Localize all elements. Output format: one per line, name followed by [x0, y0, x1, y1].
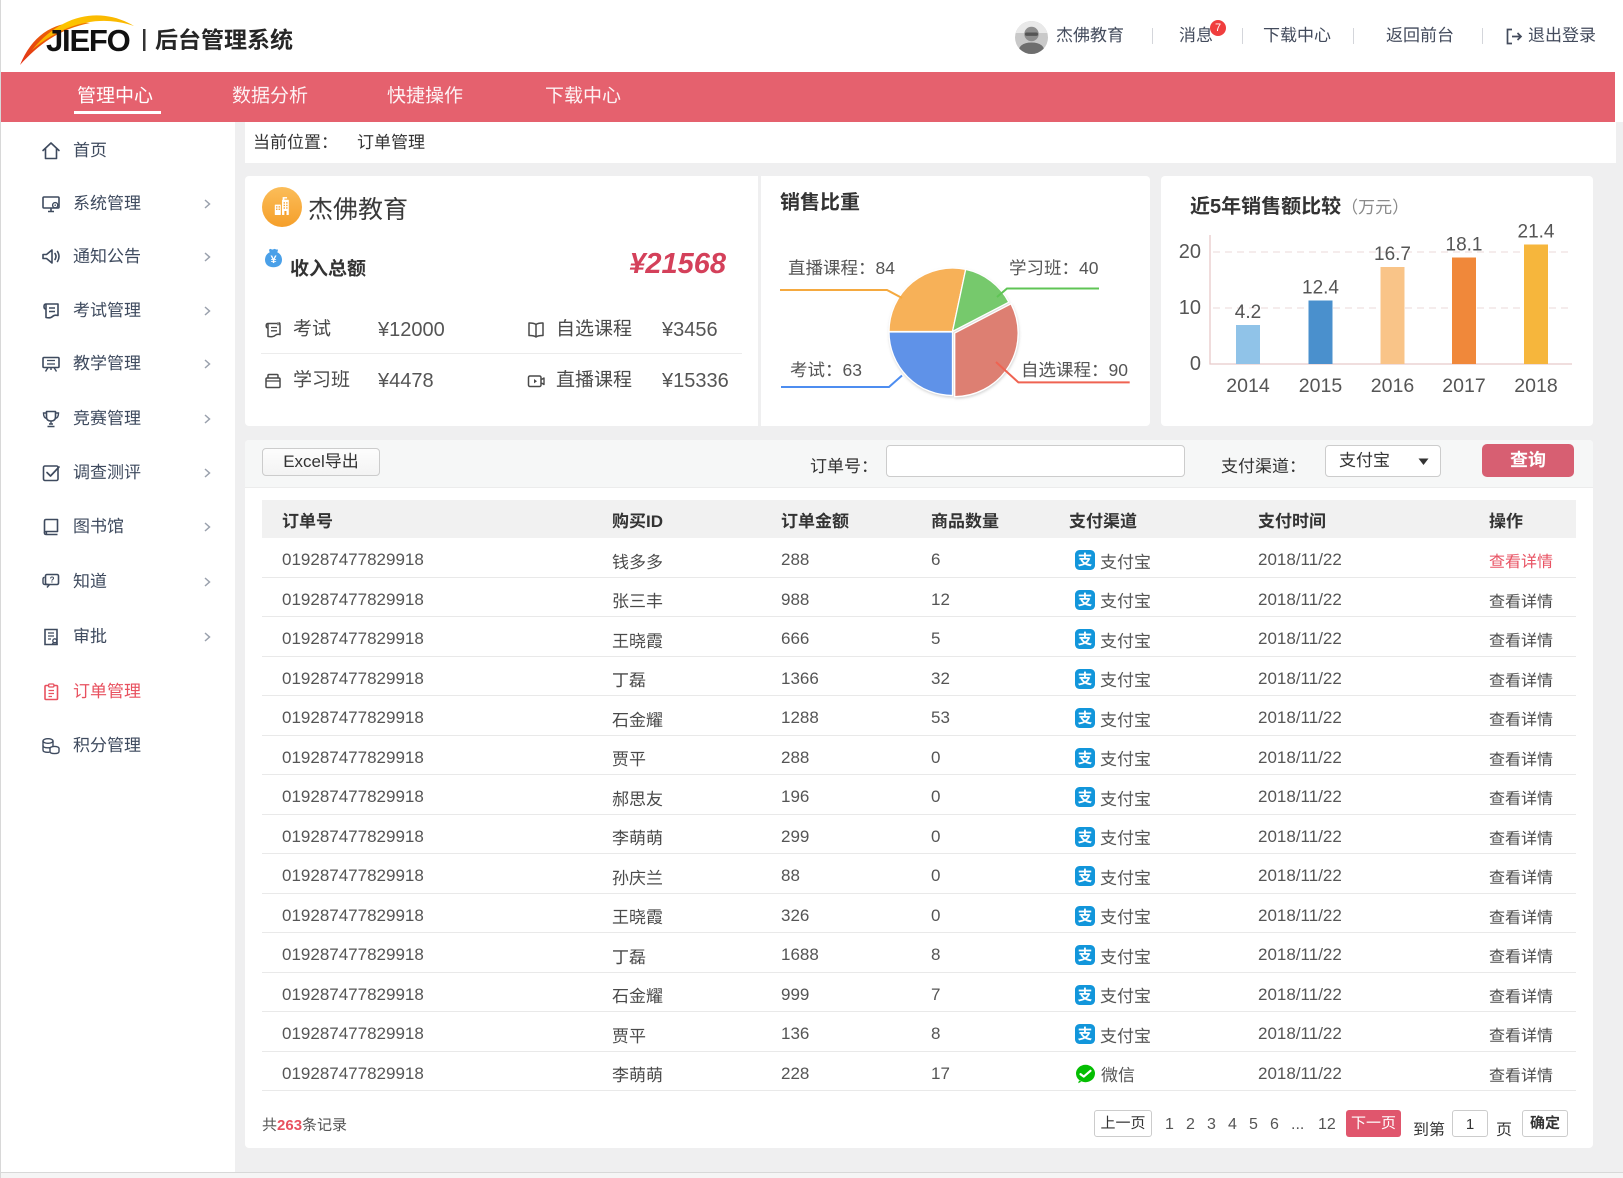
svg-text:2015: 2015	[1299, 375, 1343, 397]
svg-text:JIEFO: JIEFO	[46, 23, 130, 58]
svg-text:?: ?	[50, 575, 55, 584]
svg-text:支: 支	[1078, 1024, 1093, 1044]
svg-text:10: 10	[1179, 297, 1201, 319]
svg-text:16.7: 16.7	[1374, 244, 1411, 265]
svg-text:支: 支	[1078, 550, 1093, 570]
svg-text:支: 支	[1078, 945, 1093, 965]
svg-text:支: 支	[1078, 866, 1093, 886]
svg-text:¥: ¥	[270, 254, 277, 266]
svg-text:支: 支	[1078, 906, 1093, 926]
svg-text:支: 支	[1078, 590, 1093, 610]
svg-text:支: 支	[1078, 748, 1093, 768]
svg-text:0: 0	[1190, 353, 1201, 375]
svg-text:支: 支	[1078, 985, 1093, 1005]
svg-text:21.4: 21.4	[1518, 222, 1555, 243]
svg-text:12.4: 12.4	[1302, 278, 1339, 299]
svg-text:后台管理系统: 后台管理系统	[155, 21, 293, 55]
svg-text:2018: 2018	[1514, 375, 1557, 397]
svg-text:2017: 2017	[1442, 375, 1485, 397]
svg-text:18.1: 18.1	[1446, 235, 1483, 256]
svg-text:支: 支	[1078, 708, 1093, 728]
svg-text:支: 支	[1078, 787, 1093, 807]
svg-text:支: 支	[1078, 629, 1093, 649]
svg-text:支: 支	[1078, 669, 1093, 689]
svg-text:20: 20	[1179, 241, 1201, 263]
svg-text:4.2: 4.2	[1235, 302, 1261, 323]
svg-text:2016: 2016	[1371, 375, 1414, 397]
svg-text:支: 支	[1078, 827, 1093, 847]
svg-text:2014: 2014	[1226, 375, 1270, 397]
